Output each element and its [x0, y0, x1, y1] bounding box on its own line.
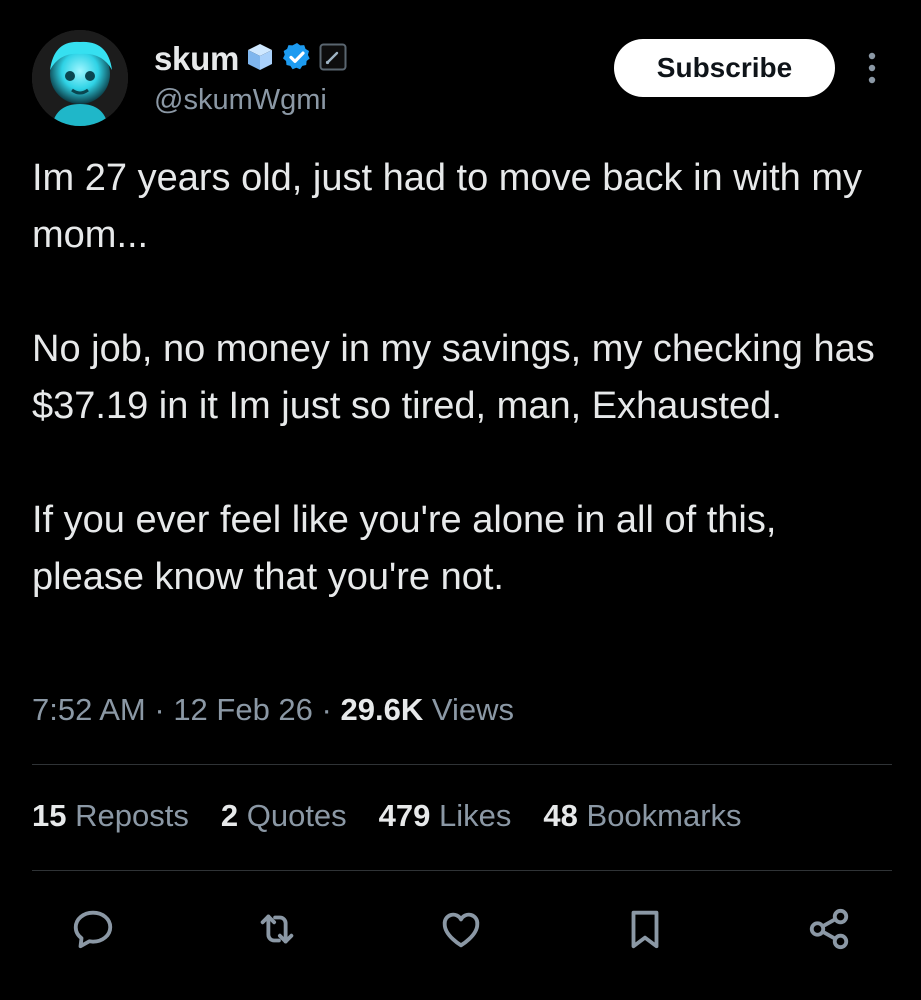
tweet-date[interactable]: 12 Feb 26	[173, 692, 313, 727]
more-vertical-icon[interactable]	[862, 50, 882, 86]
tweet-text: Im 27 years old, just had to move back i…	[32, 150, 892, 606]
likes-count: 479	[378, 798, 431, 833]
reposts-stat[interactable]: 15 Reposts	[32, 798, 189, 834]
share-icon[interactable]	[806, 906, 852, 952]
quotes-count: 2	[220, 798, 239, 833]
quotes-stat[interactable]: 2 Quotes	[221, 798, 347, 834]
tweet-time[interactable]: 7:52 AM	[32, 692, 146, 727]
likes-stat[interactable]: 479 Likes	[379, 798, 512, 834]
repost-icon[interactable]	[254, 906, 300, 952]
verified-badge-icon[interactable]	[281, 41, 313, 78]
subscribe-button[interactable]: Subscribe	[614, 39, 835, 97]
meta-separator: ·	[321, 692, 341, 727]
author-name-row: skum	[154, 40, 347, 78]
views-label: Views	[431, 692, 514, 727]
reposts-count: 15	[32, 798, 67, 833]
divider	[32, 870, 892, 871]
views-count: 29.6K	[340, 692, 424, 727]
reposts-label: Reposts	[75, 798, 189, 833]
cube-emoji-icon	[245, 42, 275, 77]
bookmarks-label: Bookmarks	[586, 798, 742, 833]
avatar-image	[32, 30, 128, 126]
tweet-meta: 7:52 AM · 12 Feb 26 · 29.6K Views	[32, 692, 514, 728]
tweet-paragraph: If you ever feel like you're alone in al…	[32, 499, 777, 598]
bookmark-icon[interactable]	[622, 906, 668, 952]
tweet-detail-view: skum @skumWgmi Subscribe Im 27 years old…	[0, 0, 921, 1000]
bookmarks-stat[interactable]: 48 Bookmarks	[543, 798, 741, 834]
author-handle[interactable]: @skumWgmi	[154, 84, 327, 117]
quotes-label: Quotes	[246, 798, 347, 833]
meta-separator: ·	[154, 692, 174, 727]
bookmarks-count: 48	[543, 798, 578, 833]
likes-label: Likes	[439, 798, 512, 833]
heart-icon[interactable]	[438, 906, 484, 952]
pen-badge-icon[interactable]	[319, 43, 347, 76]
author-display-name[interactable]: skum	[154, 40, 239, 78]
tweet-paragraph: Im 27 years old, just had to move back i…	[32, 157, 863, 256]
avatar[interactable]	[32, 30, 128, 126]
divider	[32, 764, 892, 765]
tweet-paragraph: No job, no money in my savings, my check…	[32, 328, 875, 427]
engagement-stats: 15 Reposts 2 Quotes 479 Likes 48 Bookmar…	[32, 798, 774, 834]
reply-icon[interactable]	[70, 906, 116, 952]
